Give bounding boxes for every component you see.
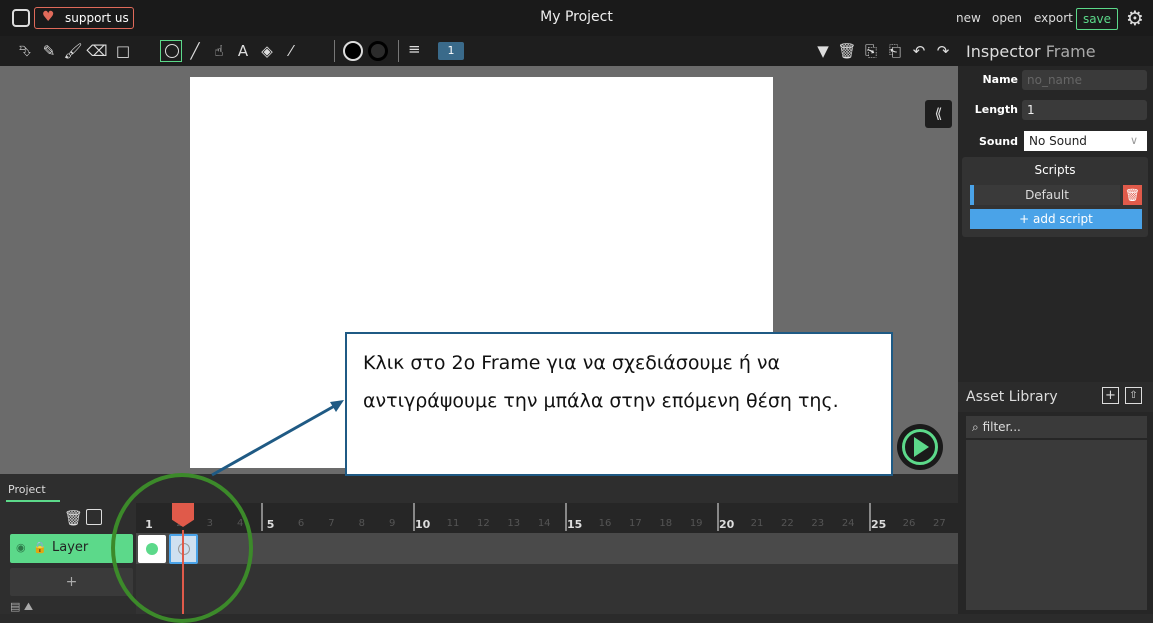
upload-asset-icon[interactable]: ⇧ <box>1125 387 1142 404</box>
delete-script-icon[interactable]: 🗑 <box>1123 185 1142 205</box>
inspector-subtitle: Frame <box>1045 42 1096 61</box>
dropdown-icon[interactable]: ▼ <box>812 39 834 63</box>
fillbucket-tool-icon[interactable]: ◈ <box>256 39 278 63</box>
frame-number[interactable]: 16 <box>592 518 618 529</box>
undo-icon[interactable]: ↶ <box>908 39 930 63</box>
frame-number[interactable]: 19 <box>683 518 709 529</box>
frame-number[interactable]: 8 <box>349 518 375 529</box>
name-label: Name <box>982 73 1018 86</box>
instruction-text: Κλικ στο 2ο Frame για να σχεδιάσουμε ή ν… <box>363 352 839 412</box>
frame-number[interactable]: 23 <box>805 518 831 529</box>
script-item-default[interactable]: Default <box>970 185 1120 205</box>
frame-number[interactable]: 25 <box>866 518 892 531</box>
length-label: Length <box>974 103 1018 116</box>
highlight-circle <box>111 473 253 623</box>
frame-number[interactable]: 11 <box>440 518 466 529</box>
frame-number[interactable]: 17 <box>622 518 648 529</box>
brush-tool-icon[interactable]: 🖌 <box>62 39 84 63</box>
frame-number[interactable]: 6 <box>288 518 314 529</box>
frame-number[interactable]: 5 <box>258 518 284 531</box>
asset-list <box>966 440 1147 610</box>
asset-library-title: Asset Library <box>966 389 1058 405</box>
name-input[interactable]: no_name <box>1022 70 1147 90</box>
search-icon: ⌕ <box>972 420 979 434</box>
length-input[interactable]: 1 <box>1022 100 1147 120</box>
filter-placeholder: filter... <box>982 420 1021 434</box>
frame-number[interactable]: 12 <box>470 518 496 529</box>
sound-select[interactable]: No Sound <box>1024 131 1147 151</box>
frame-number[interactable]: 27 <box>926 518 952 529</box>
inspector-title: Inspector Frame <box>966 42 1096 61</box>
frame-number[interactable]: 13 <box>501 518 527 529</box>
redo-icon[interactable]: ↷ <box>932 39 954 63</box>
pencil-tool-icon[interactable]: ✎ <box>38 39 60 63</box>
copy-icon[interactable]: ⎘ <box>860 39 882 63</box>
inspector-title-text: Inspector <box>966 42 1041 61</box>
frame-number[interactable]: 26 <box>896 518 922 529</box>
add-asset-icon[interactable]: + <box>1102 387 1119 404</box>
scripts-title: Scripts <box>1034 163 1076 177</box>
eraser-tool-icon[interactable]: ⌫ <box>86 39 108 63</box>
paste-icon[interactable]: ⎗ <box>884 39 906 63</box>
frame-number[interactable]: 21 <box>744 518 770 529</box>
instruction-callout: Κλικ στο 2ο Frame για να σχεδιάσουμε ή ν… <box>345 332 893 476</box>
frame-number[interactable]: 24 <box>835 518 861 529</box>
frame-number[interactable]: 20 <box>714 518 740 531</box>
line-tool-icon[interactable]: ╱ <box>184 39 206 63</box>
pathcursor-tool-icon[interactable]: ☝ <box>208 39 230 63</box>
frame-number[interactable]: 10 <box>410 518 436 531</box>
sound-label: Sound <box>978 135 1018 148</box>
frame-number[interactable]: 22 <box>774 518 800 529</box>
frame-number[interactable]: 18 <box>653 518 679 529</box>
rectangle-tool-icon[interactable]: □ <box>112 39 134 63</box>
asset-filter-input[interactable]: ⌕ filter... <box>966 416 1147 438</box>
eyedropper-tool-icon[interactable]: ⁄ <box>280 39 302 63</box>
delete-icon[interactable]: 🗑 <box>836 39 858 63</box>
frame-number[interactable]: 14 <box>531 518 557 529</box>
cursor-tool-icon[interactable]: ⮷ <box>14 39 36 63</box>
text-tool-icon[interactable]: A <box>232 39 254 63</box>
chevron-down-icon[interactable]: ∨ <box>1130 134 1138 147</box>
frame-number[interactable]: 9 <box>379 518 405 529</box>
frame-number[interactable]: 7 <box>318 518 344 529</box>
add-script-button[interactable]: + add script <box>970 209 1142 229</box>
frame-number[interactable]: 15 <box>562 518 588 531</box>
